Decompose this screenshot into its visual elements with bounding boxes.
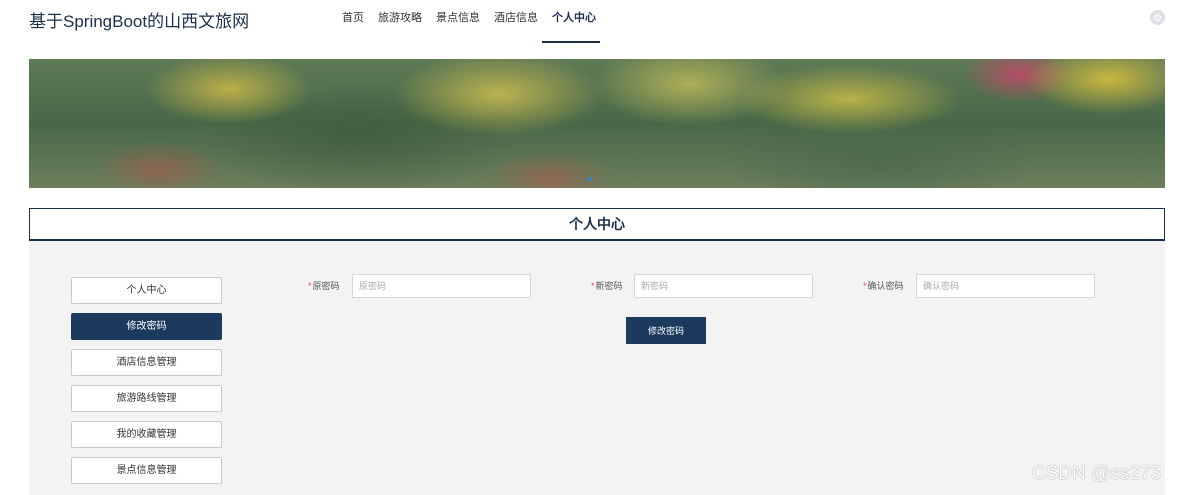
new-password-label-text: 新密码 [595, 281, 623, 291]
section-title: 个人中心 [569, 216, 625, 232]
old-password-label-text: 原密码 [312, 281, 340, 291]
power-icon[interactable] [1150, 10, 1165, 25]
side-menu: 个人中心 修改密码 酒店信息管理 旅游路线管理 我的收藏管理 景点信息管理 [71, 277, 222, 493]
confirm-password-label-text: 确认密码 [867, 281, 904, 291]
nav-item-attractions[interactable]: 景点信息 [429, 0, 487, 38]
watermark: CSDN @ss273 [1032, 463, 1162, 484]
header: 基于SpringBoot的山西文旅网 首页 旅游攻略 景点信息 酒店信息 个人中… [0, 0, 1184, 44]
sidebar-item-route-management[interactable]: 旅游路线管理 [71, 385, 222, 412]
nav-item-travel-guide[interactable]: 旅游攻略 [371, 0, 429, 38]
new-password-input[interactable] [634, 274, 813, 298]
content-panel: 个人中心 修改密码 酒店信息管理 旅游路线管理 我的收藏管理 景点信息管理 *原… [29, 241, 1165, 495]
banner-carousel[interactable] [29, 59, 1165, 188]
confirm-password-label: *确认密码 [863, 279, 904, 292]
section-header: 个人中心 [29, 208, 1165, 241]
nav-item-home[interactable]: 首页 [335, 0, 371, 38]
confirm-password-input[interactable] [916, 274, 1095, 298]
sidebar-item-attraction-management[interactable]: 景点信息管理 [71, 457, 222, 484]
carousel-indicator[interactable] [588, 177, 592, 181]
top-nav: 首页 旅游攻略 景点信息 酒店信息 个人中心 [335, 0, 603, 44]
site-title[interactable]: 基于SpringBoot的山西文旅网 [29, 7, 249, 32]
sidebar-item-hotel-management[interactable]: 酒店信息管理 [71, 349, 222, 376]
nav-item-personal-center[interactable]: 个人中心 [545, 0, 603, 38]
sidebar-item-favorites-management[interactable]: 我的收藏管理 [71, 421, 222, 448]
nav-active-underline [542, 41, 600, 43]
sidebar-item-personal-center[interactable]: 个人中心 [71, 277, 222, 304]
change-password-button[interactable]: 修改密码 [626, 317, 706, 344]
old-password-input[interactable] [352, 274, 531, 298]
required-mark: * [591, 281, 595, 291]
sidebar-item-change-password[interactable]: 修改密码 [71, 313, 222, 340]
old-password-label: *原密码 [308, 279, 340, 292]
nav-item-hotels[interactable]: 酒店信息 [487, 0, 545, 38]
required-mark: * [863, 281, 867, 291]
new-password-label: *新密码 [591, 279, 623, 292]
required-mark: * [308, 281, 312, 291]
